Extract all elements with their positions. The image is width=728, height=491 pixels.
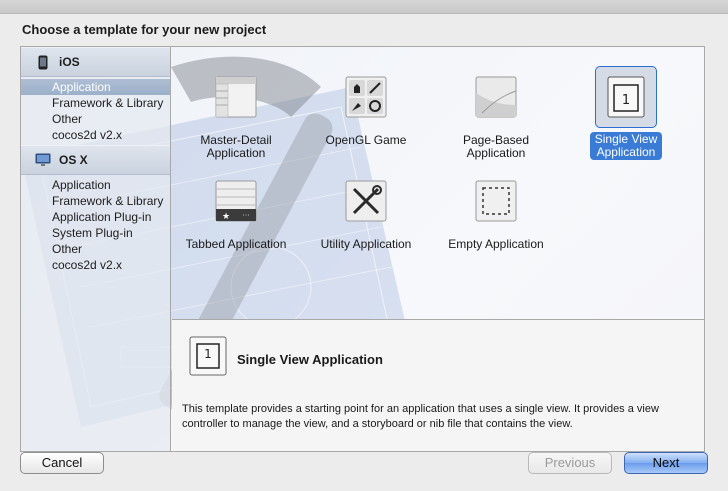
template-page-based[interactable]: Page-Based Application (431, 75, 561, 161)
template-label: Page-Based (462, 133, 530, 147)
sidebar-item-ios-other[interactable]: Other (21, 111, 170, 127)
template-master-detail[interactable]: Master-Detail Application (171, 75, 301, 161)
sidebar-item-osx-framework-library[interactable]: Framework & Library (21, 193, 170, 209)
template-label: Master-Detail (200, 133, 272, 147)
master-detail-icon (214, 75, 258, 119)
cancel-button[interactable]: Cancel (20, 452, 104, 474)
utility-icon (344, 179, 388, 223)
template-label: Application (596, 145, 656, 159)
svg-text:★: ★ (222, 212, 230, 222)
sidebar-item-ios-cocos2d[interactable]: cocos2d v2.x (21, 127, 170, 143)
single-view-icon: 1 (188, 336, 228, 376)
sidebar-group-title: OS X (59, 153, 88, 167)
template-opengl-game[interactable]: OpenGL Game (301, 75, 431, 148)
svg-text:1: 1 (622, 93, 630, 108)
sidebar-item-osx-system-plugin[interactable]: System Plug-in (21, 225, 170, 241)
template-label: Utility Application (320, 237, 412, 251)
template-label: Empty Application (448, 237, 544, 251)
template-category-sidebar: iOS Application Framework & Library Othe… (21, 47, 171, 451)
page-based-icon (474, 75, 518, 119)
template-single-view[interactable]: 1 Single View Application (561, 66, 691, 160)
sidebar-item-ios-framework-library[interactable]: Framework & Library (21, 95, 170, 111)
dialog-heading: Choose a template for your new project (22, 22, 267, 37)
sidebar-item-ios-application[interactable]: Application (21, 79, 170, 95)
single-view-icon: 1 (604, 75, 648, 119)
template-empty[interactable]: Empty Application (431, 179, 561, 252)
opengl-game-icon (344, 75, 388, 119)
template-selection-highlight: 1 (595, 66, 657, 128)
window-titlebar (0, 0, 728, 14)
template-chooser-frame: iOS Application Framework & Library Othe… (20, 46, 705, 452)
empty-icon (474, 179, 518, 223)
sidebar-item-osx-application-plugin[interactable]: Application Plug-in (21, 209, 170, 225)
template-tabbed[interactable]: ★ ··· Tabbed Application (171, 179, 301, 252)
sidebar-item-osx-cocos2d[interactable]: cocos2d v2.x (21, 257, 170, 273)
description-text: This template provides a starting point … (182, 403, 659, 430)
tabbed-icon: ★ ··· (214, 179, 258, 223)
next-button[interactable]: Next (624, 452, 708, 474)
template-label: OpenGL Game (325, 133, 407, 147)
sidebar-item-osx-other[interactable]: Other (21, 241, 170, 257)
template-label: Application (466, 146, 526, 160)
description-icon-number: 1 (204, 347, 212, 361)
description-title: Single View Application (237, 352, 383, 367)
sidebar-group-title: iOS (59, 55, 80, 69)
template-chooser-sheet: Choose a template for your new project i… (0, 14, 728, 491)
previous-button[interactable]: Previous (528, 452, 612, 474)
template-utility[interactable]: Utility Application (301, 179, 431, 252)
template-label: Single View (594, 132, 658, 146)
template-label: Tabbed Application (185, 237, 287, 251)
template-description-panel: 1 Single View Application This template … (172, 319, 704, 451)
template-grid: Master-Detail Application OpenGL Game Pa… (171, 47, 704, 319)
sidebar-group-ios: iOS (21, 47, 170, 77)
sidebar-item-osx-application[interactable]: Application (21, 177, 170, 193)
mac-icon (35, 152, 51, 168)
template-label: Application (206, 146, 266, 160)
svg-text:···: ··· (242, 211, 250, 220)
sidebar-group-osx: OS X (21, 145, 170, 175)
iphone-icon (35, 54, 51, 70)
